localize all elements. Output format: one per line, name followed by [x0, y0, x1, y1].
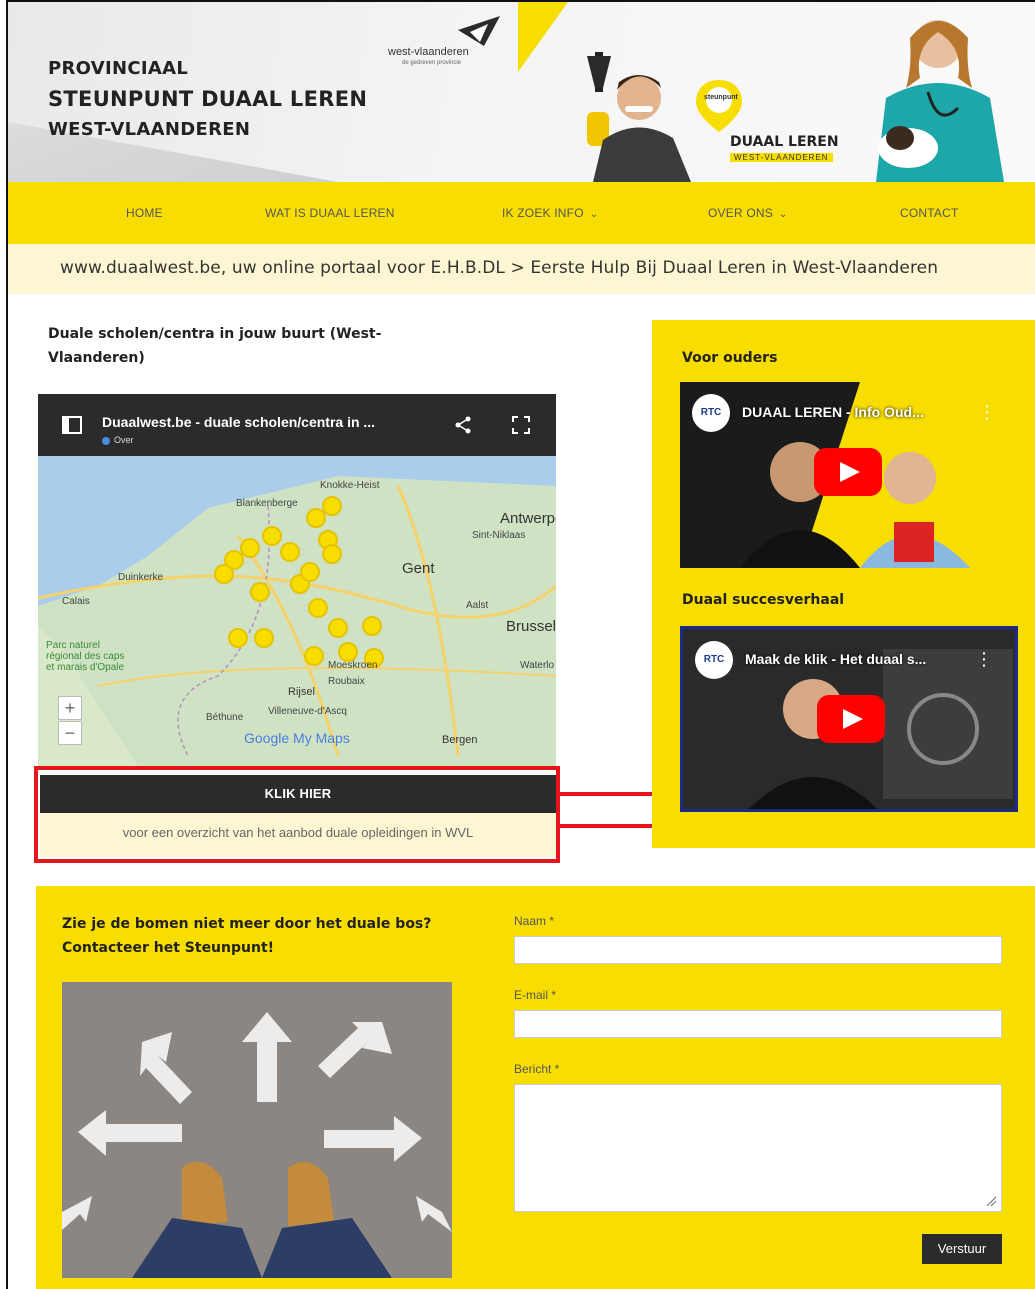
map-place: Villeneuve-d'Ascq — [268, 706, 347, 717]
rtc-channel-avatar: RTC — [695, 641, 733, 679]
nav-label: WAT IS DUAAL LEREN — [265, 206, 395, 220]
nav-label: CONTACT — [900, 206, 959, 220]
map-place: Béthune — [206, 712, 244, 723]
nurse-with-dog-image — [876, 20, 1004, 182]
nav-over-ons[interactable]: OVER ONS ⌄ — [708, 206, 788, 220]
student-with-shovel-image — [587, 52, 691, 182]
main-nav: HOME WAT IS DUAAL LEREN IK ZOEK INFO ⌄ OV… — [8, 182, 1035, 244]
nav-ik-zoek-info[interactable]: IK ZOEK INFO ⌄ — [502, 206, 598, 220]
tagline-bar: www.duaalwest.be, uw online portaal voor… — [8, 244, 1035, 294]
message-label: Bericht * — [514, 1062, 560, 1076]
map-section-title: Duale scholen/centra in jouw buurt (West… — [48, 326, 382, 366]
nav-label: IK ZOEK INFO — [502, 206, 584, 220]
resize-handle-icon[interactable] — [985, 1195, 997, 1207]
map-place: Roubaix — [328, 676, 365, 687]
map-place: Waterlo — [520, 660, 555, 671]
email-label: E-mail * — [514, 988, 557, 1002]
map-place: Parc naturel régional des caps et marais… — [46, 640, 125, 673]
info-icon — [102, 436, 110, 445]
map-place: Rijsel — [288, 686, 315, 698]
map-place: Blankenberge — [236, 498, 298, 509]
map-legend-icon[interactable] — [62, 416, 82, 434]
site-header: PROVINCIAAL STEUNPUNT DUAAL LEREN WEST-V… — [8, 2, 1035, 182]
partner-logo-text: west-vlaanderen — [388, 46, 469, 58]
nav-label: OVER ONS — [708, 206, 773, 220]
fullscreen-icon[interactable] — [512, 416, 530, 434]
tagline-text: www.duaalwest.be, uw online portaal voor… — [60, 258, 939, 278]
map-about-link[interactable]: Over — [102, 435, 134, 445]
steunpunt-pin-icon — [696, 80, 742, 132]
nav-home[interactable]: HOME — [126, 206, 163, 220]
sidebar-heading-parents: Voor ouders — [682, 350, 778, 366]
map-place: Moeskroen — [328, 660, 378, 671]
map-place: Calais — [62, 596, 90, 607]
west-vlaanderen-mark-icon — [458, 16, 500, 46]
chevron-down-icon: ⌄ — [589, 209, 599, 220]
map-title: Duaalwest.be - duale scholen/centra in .… — [102, 414, 376, 430]
nav-contact[interactable]: CONTACT — [900, 206, 959, 220]
rtc-channel-avatar: RTC — [692, 394, 730, 432]
email-input[interactable] — [514, 1010, 1002, 1038]
klik-hier-button[interactable]: KLIK HIER — [40, 775, 556, 813]
more-options-icon[interactable]: ⋮ — [975, 649, 993, 670]
map-place: Sint-Niklaas — [472, 530, 526, 541]
nav-home-label: HOME — [126, 206, 163, 220]
badge-title: DUAAL LEREN — [730, 134, 839, 150]
crossroads-arrows-image — [62, 982, 452, 1278]
play-icon[interactable] — [814, 448, 882, 496]
page-frame: PROVINCIAAL STEUNPUNT DUAAL LEREN WEST-V… — [6, 0, 1035, 1289]
pin-text: steunpunt — [704, 94, 738, 101]
map-header: Duaalwest.be - duale scholen/centra in .… — [38, 394, 556, 456]
message-textarea[interactable] — [514, 1084, 1002, 1212]
sidebar-heading-success: Duaal succesverhaal — [682, 592, 845, 608]
chevron-down-icon: ⌄ — [778, 209, 788, 220]
zoom-in-button[interactable]: + — [58, 696, 82, 720]
map-place: Brussel — [506, 618, 556, 635]
embedded-map[interactable]: Duaalwest.be - duale scholen/centra in .… — [38, 394, 556, 766]
video-title: Maak de klik - Het duaal s... — [745, 651, 927, 667]
right-sidebar: Voor ouders RTC DUAAL LEREN - Info Oud..… — [652, 320, 1035, 848]
partner-logo-sub: de gedreven provincie — [402, 60, 462, 66]
badge-subtitle: WEST-VLAANDEREN — [730, 153, 833, 162]
play-icon[interactable] — [817, 695, 885, 743]
contact-section: Zie je de bomen niet meer door het duale… — [36, 886, 1035, 1289]
nav-wat-is-duaal-leren[interactable]: WAT IS DUAAL LEREN — [265, 206, 395, 220]
map-place: Gent — [402, 560, 435, 577]
google-my-maps-logo: Google My Maps — [244, 730, 350, 746]
name-label: Naam * — [514, 914, 555, 928]
arrows-photo — [62, 982, 452, 1278]
map-place: Aalst — [466, 600, 489, 611]
map-place: Duinkerke — [118, 572, 164, 583]
duaal-leren-badge: steunpunt DUAAL LEREN WEST-VLAANDEREN — [688, 78, 858, 174]
more-options-icon[interactable]: ⋮ — [978, 402, 996, 423]
share-icon[interactable] — [454, 416, 472, 434]
map-place: Knokke-Heist — [320, 480, 380, 491]
submit-button[interactable]: Verstuur — [922, 1234, 1002, 1264]
brand-line-2: STEUNPUNT DUAAL LEREN — [48, 87, 368, 111]
site-logo-text[interactable]: PROVINCIAAL STEUNPUNT DUAAL LEREN WEST-V… — [48, 58, 367, 140]
header-yellow-triangle — [518, 2, 568, 72]
map-about-label: Over — [114, 435, 134, 445]
map-place: Bergen — [442, 734, 478, 746]
west-vlaanderen-logo[interactable]: west-vlaanderen de gedreven provincie — [388, 16, 518, 68]
brand-line-1: PROVINCIAAL — [48, 58, 189, 79]
zoom-out-button[interactable]: − — [58, 721, 82, 745]
name-input[interactable] — [514, 936, 1002, 964]
map-place: Antwerpen — [500, 510, 556, 527]
youtube-video-maak-de-klik[interactable]: RTC Maak de klik - Het duaal s... ⋮ — [680, 626, 1018, 812]
youtube-video-info-ouders[interactable]: RTC DUAAL LEREN - Info Oud... ⋮ — [680, 382, 1018, 568]
contact-title: Zie je de bomen niet meer door het duale… — [62, 916, 432, 956]
brand-line-3: WEST-VLAANDEREN — [48, 119, 251, 140]
map-canvas[interactable]: Knokke-Heist Blankenberge Antwerpen Sint… — [38, 456, 556, 766]
klik-hier-subtitle[interactable]: voor een overzicht van het aanbod duale … — [40, 813, 556, 857]
video-title: DUAAL LEREN - Info Oud... — [742, 404, 924, 420]
